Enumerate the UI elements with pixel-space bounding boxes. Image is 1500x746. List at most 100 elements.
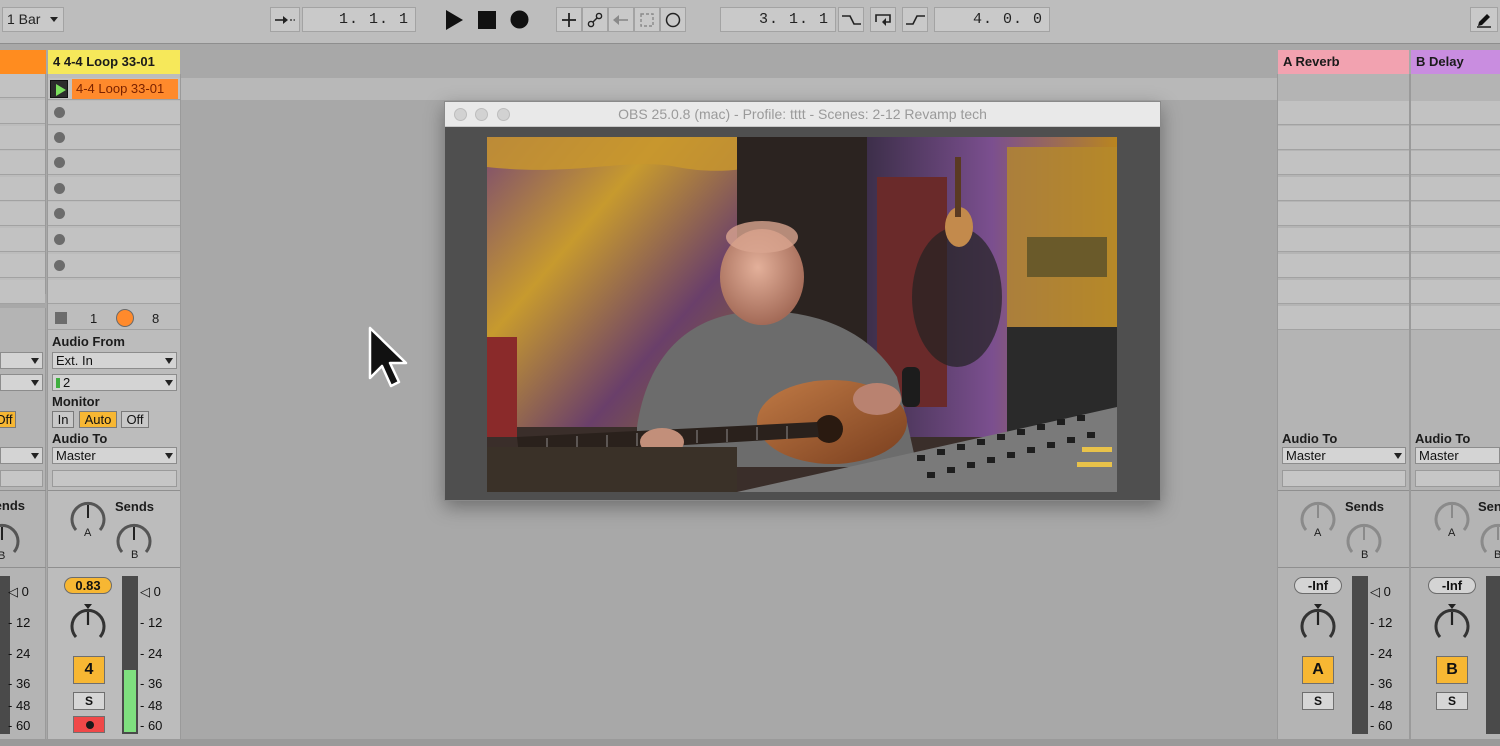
draw-mode-button[interactable] — [1470, 7, 1498, 32]
return-b-volume[interactable]: -Inf — [1428, 577, 1476, 594]
record-icon — [510, 10, 528, 29]
arm-button[interactable] — [73, 716, 105, 733]
loop-length[interactable]: 4. 0. 0 — [934, 7, 1050, 32]
output-channel-box[interactable] — [52, 470, 177, 487]
return-b-audio-to-dropdown[interactable]: Master — [1415, 447, 1500, 464]
loop-switch-button[interactable] — [870, 7, 896, 32]
overdub-button[interactable] — [556, 7, 582, 32]
clip-slot[interactable] — [48, 254, 180, 278]
scene-row-strip — [181, 78, 1277, 100]
loop-start[interactable]: 3. 1. 1 — [720, 7, 836, 32]
clip-slot[interactable] — [1411, 101, 1500, 125]
clip-slot[interactable] — [1278, 254, 1409, 278]
clip-slot[interactable] — [0, 280, 45, 304]
clip-slot-playing[interactable]: 4-4 Loop 33-01 — [48, 78, 180, 100]
clip-slot[interactable] — [1411, 202, 1500, 226]
quantize-menu[interactable]: 1 Bar — [2, 7, 64, 32]
return-b-solo-button[interactable]: S — [1436, 692, 1468, 710]
stop-button[interactable] — [476, 7, 498, 32]
return-a-volume[interactable]: -Inf — [1294, 577, 1342, 594]
monitor-in-button[interactable]: In — [52, 411, 74, 428]
clip-slot[interactable] — [0, 254, 45, 278]
monitor-auto-button[interactable]: Auto — [79, 411, 117, 428]
input-channel-dropdown[interactable]: 2 — [52, 374, 177, 391]
song-position[interactable]: 1. 1. 1 — [302, 7, 416, 32]
clip-slot[interactable] — [1411, 151, 1500, 175]
track-header-4-4-loop[interactable]: 4 4-4 Loop 33-01 — [48, 50, 180, 74]
return-b-pan-knob[interactable] — [1432, 603, 1472, 645]
obs-preview-video[interactable] — [487, 137, 1117, 492]
clip-slot[interactable] — [0, 126, 45, 150]
window-minimize-button[interactable] — [475, 108, 488, 121]
punch-out-button[interactable] — [902, 7, 928, 32]
return-b-output-channel[interactable] — [1415, 470, 1500, 487]
clip-slot[interactable] — [1411, 254, 1500, 278]
pan-knob[interactable] — [68, 603, 108, 645]
clip-slot[interactable] — [1411, 177, 1500, 201]
automation-arm-button[interactable] — [582, 7, 608, 32]
clip-slot[interactable] — [0, 151, 45, 175]
left-partial-monitor-off[interactable]: Off — [0, 411, 16, 428]
return-b-activator[interactable]: B — [1436, 656, 1468, 684]
audio-to-dropdown[interactable]: Master — [52, 447, 177, 464]
clip-slot[interactable] — [1278, 101, 1409, 125]
left-partial-input-dropdown[interactable] — [0, 352, 43, 369]
capture-midi-button[interactable] — [634, 7, 660, 32]
record-button[interactable] — [508, 7, 530, 32]
left-partial-output-channel[interactable] — [0, 470, 43, 487]
solo-button[interactable]: S — [73, 692, 105, 710]
clip-slot[interactable] — [1278, 151, 1409, 175]
return-b-send-a-letter: A — [1448, 527, 1456, 539]
clip-slot[interactable] — [1411, 228, 1500, 252]
clip-slot[interactable] — [1411, 306, 1500, 330]
return-a-pan-knob[interactable] — [1298, 603, 1338, 645]
return-a-activator[interactable]: A — [1302, 656, 1334, 684]
clip-slot[interactable] — [1278, 228, 1409, 252]
empty-slot-dot — [54, 132, 65, 143]
track-header-left-partial[interactable] — [0, 50, 46, 74]
stop-clip-button[interactable] — [55, 312, 67, 324]
follow-button[interactable] — [270, 7, 300, 32]
clip-slot[interactable] — [1278, 306, 1409, 330]
clip-slot[interactable] — [48, 280, 180, 304]
clip-slot[interactable] — [0, 228, 45, 252]
clip-slot[interactable] — [1278, 126, 1409, 150]
clip-slot[interactable] — [1278, 202, 1409, 226]
track-activator[interactable]: 4 — [73, 656, 105, 684]
clip-slot[interactable] — [48, 126, 180, 150]
left-partial-channel-dropdown[interactable] — [0, 374, 43, 391]
clip-slot[interactable] — [1411, 280, 1500, 304]
clip-slot[interactable] — [0, 100, 45, 124]
monitor-off-button[interactable]: Off — [121, 411, 149, 428]
punch-in-button[interactable] — [838, 7, 864, 32]
left-partial-output-dropdown[interactable] — [0, 447, 43, 464]
play-button[interactable] — [442, 7, 466, 32]
track-header-b-delay[interactable]: B Delay — [1411, 50, 1500, 74]
clip-slot[interactable] — [0, 177, 45, 201]
clip-slot[interactable] — [1278, 177, 1409, 201]
clip-slot[interactable] — [0, 74, 45, 98]
track-header-a-reverb[interactable]: A Reverb — [1278, 50, 1409, 74]
clip-slot[interactable] — [48, 202, 180, 226]
return-a-audio-to-dropdown[interactable]: Master — [1282, 447, 1406, 464]
window-zoom-button[interactable] — [497, 108, 510, 121]
clip-slot[interactable] — [48, 177, 180, 201]
clip-name[interactable]: 4-4 Loop 33-01 — [72, 79, 178, 99]
return-a-output-channel[interactable] — [1282, 470, 1406, 487]
obs-title-bar[interactable]: OBS 25.0.8 (mac) - Profile: tttt - Scene… — [445, 102, 1160, 127]
clip-slot[interactable] — [1278, 280, 1409, 304]
clip-play-button[interactable] — [50, 80, 68, 98]
window-close-button[interactable] — [454, 108, 467, 121]
back-to-arrangement-button[interactable] — [608, 7, 634, 32]
clip-slot[interactable] — [48, 306, 180, 330]
clip-slot[interactable] — [48, 101, 180, 125]
crossfade-orange-dot[interactable] — [116, 309, 134, 327]
session-record-button[interactable] — [660, 7, 686, 32]
return-a-solo-button[interactable]: S — [1302, 692, 1334, 710]
audio-from-dropdown[interactable]: Ext. In — [52, 352, 177, 369]
clip-slot[interactable] — [48, 151, 180, 175]
clip-slot[interactable] — [1411, 126, 1500, 150]
clip-slot[interactable] — [0, 202, 45, 226]
clip-slot[interactable] — [48, 228, 180, 252]
volume-field[interactable]: 0.83 — [64, 577, 112, 594]
